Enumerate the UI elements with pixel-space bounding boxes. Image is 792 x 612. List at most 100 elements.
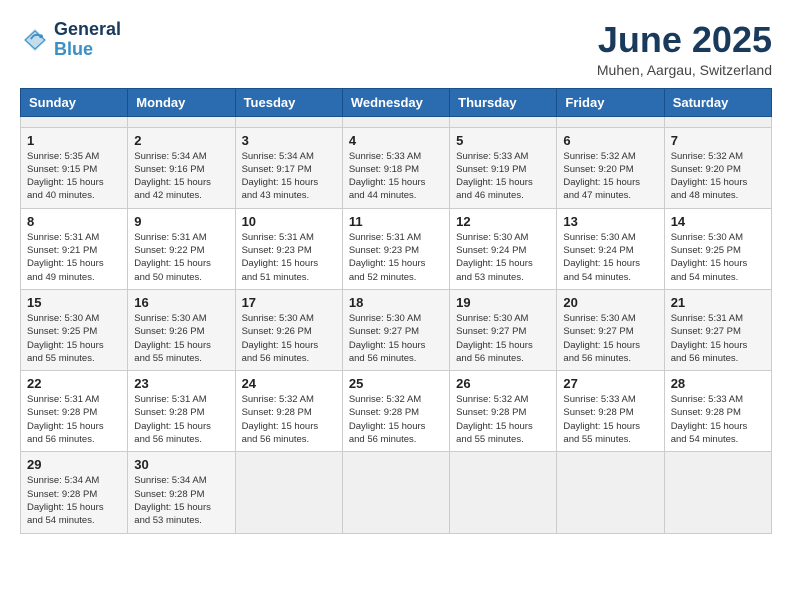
- day-info: Sunrise: 5:34 AM Sunset: 9:16 PM Dayligh…: [134, 150, 228, 203]
- calendar-cell: 7Sunrise: 5:32 AM Sunset: 9:20 PM Daylig…: [664, 127, 771, 208]
- day-number: 6: [563, 133, 657, 148]
- col-header-saturday: Saturday: [664, 88, 771, 116]
- day-number: 22: [27, 376, 121, 391]
- day-number: 28: [671, 376, 765, 391]
- day-number: 10: [242, 214, 336, 229]
- day-number: 24: [242, 376, 336, 391]
- calendar-cell: 6 Sunrise: 5:32 AM Sunset: 9:20 PM Daylig…: [557, 127, 664, 208]
- day-number: 25: [349, 376, 443, 391]
- calendar-cell: [128, 116, 235, 127]
- calendar-cell: 15Sunrise: 5:30 AM Sunset: 9:25 PM Dayli…: [21, 289, 128, 370]
- day-number: 12: [456, 214, 550, 229]
- calendar: SundayMondayTuesdayWednesdayThursdayFrid…: [20, 88, 772, 534]
- day-number: 30: [134, 457, 228, 472]
- day-info: Sunrise: 5:32 AM Sunset: 9:20 PM Dayligh…: [563, 150, 657, 203]
- day-number: 26: [456, 376, 550, 391]
- day-number: 3: [242, 133, 336, 148]
- day-info: Sunrise: 5:32 AM Sunset: 9:28 PM Dayligh…: [456, 393, 550, 446]
- calendar-cell: [450, 116, 557, 127]
- day-info: Sunrise: 5:33 AM Sunset: 9:18 PM Dayligh…: [349, 150, 443, 203]
- day-number: 27: [563, 376, 657, 391]
- calendar-week-row: 29 Sunrise: 5:34 AM Sunset: 9:28 PM Dayli…: [21, 452, 772, 533]
- day-number: 9: [134, 214, 228, 229]
- col-header-wednesday: Wednesday: [342, 88, 449, 116]
- calendar-cell: 14 Sunrise: 5:30 AM Sunset: 9:25 PM Dayli…: [664, 208, 771, 289]
- day-info: Sunrise: 5:34 AM Sunset: 9:28 PM Dayligh…: [27, 474, 121, 527]
- calendar-header-row: SundayMondayTuesdayWednesdayThursdayFrid…: [21, 88, 772, 116]
- calendar-cell: [450, 452, 557, 533]
- calendar-cell: 22Sunrise: 5:31 AM Sunset: 9:28 PM Dayli…: [21, 371, 128, 452]
- logo-line1: General: [54, 20, 121, 40]
- calendar-cell: 26 Sunrise: 5:32 AM Sunset: 9:28 PM Dayli…: [450, 371, 557, 452]
- month-title: June 2025: [597, 20, 772, 60]
- calendar-cell: 1Sunrise: 5:35 AM Sunset: 9:15 PM Daylig…: [21, 127, 128, 208]
- day-info: Sunrise: 5:30 AM Sunset: 9:27 PM Dayligh…: [349, 312, 443, 365]
- calendar-cell: [664, 116, 771, 127]
- col-header-sunday: Sunday: [21, 88, 128, 116]
- day-number: 5: [456, 133, 550, 148]
- day-info: Sunrise: 5:35 AM Sunset: 9:15 PM Dayligh…: [27, 150, 121, 203]
- day-info: Sunrise: 5:31 AM Sunset: 9:21 PM Dayligh…: [27, 231, 121, 284]
- day-info: Sunrise: 5:30 AM Sunset: 9:27 PM Dayligh…: [456, 312, 550, 365]
- calendar-cell: 25 Sunrise: 5:32 AM Sunset: 9:28 PM Dayli…: [342, 371, 449, 452]
- day-info: Sunrise: 5:33 AM Sunset: 9:28 PM Dayligh…: [563, 393, 657, 446]
- calendar-cell: 11Sunrise: 5:31 AM Sunset: 9:23 PM Dayli…: [342, 208, 449, 289]
- calendar-cell: 10Sunrise: 5:31 AM Sunset: 9:23 PM Dayli…: [235, 208, 342, 289]
- calendar-cell: 19Sunrise: 5:30 AM Sunset: 9:27 PM Dayli…: [450, 289, 557, 370]
- day-number: 13: [563, 214, 657, 229]
- calendar-week-row: 22 Sunrise: 5:31 AM Sunset: 9:28 PM Dayli…: [21, 371, 772, 452]
- calendar-cell: 13Sunrise: 5:30 AM Sunset: 9:24 PM Dayli…: [557, 208, 664, 289]
- day-info: Sunrise: 5:30 AM Sunset: 9:25 PM Dayligh…: [27, 312, 121, 365]
- col-header-friday: Friday: [557, 88, 664, 116]
- day-number: 21: [671, 295, 765, 310]
- day-number: 14: [671, 214, 765, 229]
- day-number: 2: [134, 133, 228, 148]
- day-number: 4: [349, 133, 443, 148]
- logo-icon: [20, 25, 50, 55]
- day-number: 8: [27, 214, 121, 229]
- day-number: 16: [134, 295, 228, 310]
- day-info: Sunrise: 5:31 AM Sunset: 9:28 PM Dayligh…: [134, 393, 228, 446]
- day-info: Sunrise: 5:32 AM Sunset: 9:28 PM Dayligh…: [349, 393, 443, 446]
- calendar-cell: 23 Sunrise: 5:31 AM Sunset: 9:28 PM Dayli…: [128, 371, 235, 452]
- calendar-cell: 8 Sunrise: 5:31 AM Sunset: 9:21 PM Daylig…: [21, 208, 128, 289]
- day-number: 23: [134, 376, 228, 391]
- day-info: Sunrise: 5:34 AM Sunset: 9:28 PM Dayligh…: [134, 474, 228, 527]
- day-info: Sunrise: 5:33 AM Sunset: 9:28 PM Dayligh…: [671, 393, 765, 446]
- day-info: Sunrise: 5:30 AM Sunset: 9:24 PM Dayligh…: [456, 231, 550, 284]
- calendar-cell: 18Sunrise: 5:30 AM Sunset: 9:27 PM Dayli…: [342, 289, 449, 370]
- day-info: Sunrise: 5:32 AM Sunset: 9:28 PM Dayligh…: [242, 393, 336, 446]
- day-info: Sunrise: 5:31 AM Sunset: 9:27 PM Dayligh…: [671, 312, 765, 365]
- day-number: 7: [671, 133, 765, 148]
- day-number: 29: [27, 457, 121, 472]
- col-header-thursday: Thursday: [450, 88, 557, 116]
- calendar-cell: 16Sunrise: 5:30 AM Sunset: 9:26 PM Dayli…: [128, 289, 235, 370]
- calendar-cell: 30 Sunrise: 5:34 AM Sunset: 9:28 PM Dayli…: [128, 452, 235, 533]
- calendar-cell: [342, 452, 449, 533]
- calendar-cell: [21, 116, 128, 127]
- calendar-cell: 27 Sunrise: 5:33 AM Sunset: 9:28 PM Dayli…: [557, 371, 664, 452]
- calendar-cell: 20Sunrise: 5:30 AM Sunset: 9:27 PM Dayli…: [557, 289, 664, 370]
- calendar-cell: 28 Sunrise: 5:33 AM Sunset: 9:28 PM Dayli…: [664, 371, 771, 452]
- logo: General Blue: [20, 20, 121, 60]
- calendar-cell: 12 Sunrise: 5:30 AM Sunset: 9:24 PM Dayli…: [450, 208, 557, 289]
- day-info: Sunrise: 5:30 AM Sunset: 9:25 PM Dayligh…: [671, 231, 765, 284]
- header: General Blue June 2025 Muhen, Aargau, Sw…: [20, 20, 772, 78]
- calendar-week-row: 15Sunrise: 5:30 AM Sunset: 9:25 PM Dayli…: [21, 289, 772, 370]
- location: Muhen, Aargau, Switzerland: [597, 62, 772, 78]
- calendar-cell: 3 Sunrise: 5:34 AM Sunset: 9:17 PM Daylig…: [235, 127, 342, 208]
- day-number: 17: [242, 295, 336, 310]
- logo-line2: Blue: [54, 39, 93, 59]
- day-info: Sunrise: 5:34 AM Sunset: 9:17 PM Dayligh…: [242, 150, 336, 203]
- calendar-cell: 21 Sunrise: 5:31 AM Sunset: 9:27 PM Dayli…: [664, 289, 771, 370]
- calendar-cell: [235, 116, 342, 127]
- col-header-monday: Monday: [128, 88, 235, 116]
- calendar-cell: 17Sunrise: 5:30 AM Sunset: 9:26 PM Dayli…: [235, 289, 342, 370]
- calendar-week-row: 1Sunrise: 5:35 AM Sunset: 9:15 PM Daylig…: [21, 127, 772, 208]
- day-number: 20: [563, 295, 657, 310]
- calendar-cell: [235, 452, 342, 533]
- calendar-week-row: [21, 116, 772, 127]
- logo-text: General Blue: [54, 20, 121, 60]
- calendar-cell: 2 Sunrise: 5:34 AM Sunset: 9:16 PM Daylig…: [128, 127, 235, 208]
- day-info: Sunrise: 5:31 AM Sunset: 9:22 PM Dayligh…: [134, 231, 228, 284]
